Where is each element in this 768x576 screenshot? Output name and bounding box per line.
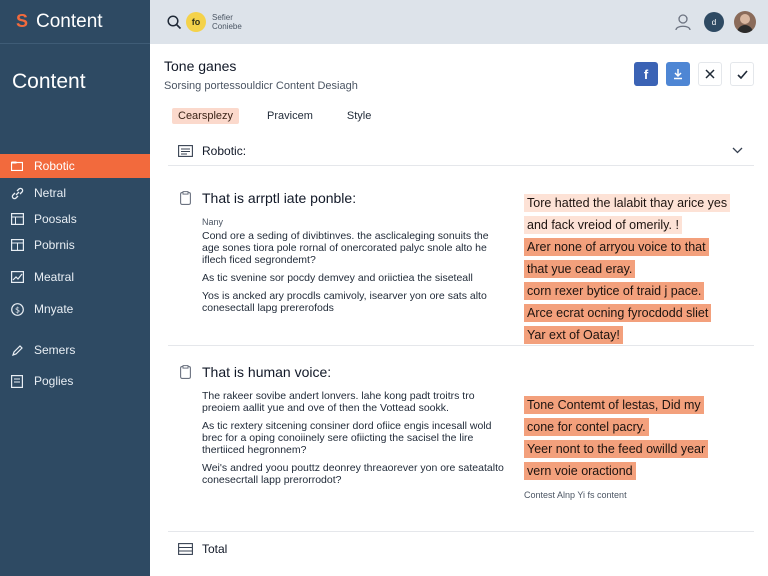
- sidebar-item-label: Semers: [34, 343, 76, 357]
- notification-badge[interactable]: d: [704, 12, 724, 32]
- pen-icon: [10, 343, 24, 357]
- grid-icon: [10, 238, 24, 252]
- highlight-list: Tore hatted the lalabit thay arice yes a…: [524, 194, 736, 348]
- sidebar-item-robotic[interactable]: Robotic: [0, 154, 156, 178]
- card-body: Nany Cond ore a seding of divibtinves. t…: [202, 216, 508, 320]
- total-row[interactable]: Total: [168, 536, 754, 562]
- folder-icon: [10, 159, 24, 173]
- sidebar-item-label: Poosals: [34, 212, 77, 226]
- card-header: That is arrptl iate ponble:: [180, 190, 356, 206]
- highlight-phrase[interactable]: Yeer nont to the feed owilld year: [524, 440, 709, 458]
- highlight-phrase[interactable]: that yue cead eray.: [524, 260, 636, 278]
- card-meta: Nany: [202, 217, 224, 227]
- content-card-robotic: That is arrptl iate ponble: Nany Cond or…: [168, 190, 754, 346]
- top-bar: fo Sefier Coniebe d: [150, 0, 768, 44]
- card-title: That is arrptl iate ponble:: [202, 190, 357, 206]
- highlight-phrase[interactable]: Tone Contemt of lestas, Did my: [524, 396, 704, 414]
- search-icon[interactable]: [166, 14, 182, 30]
- sidebar-item-semers[interactable]: Semers: [0, 338, 150, 362]
- sidebar-item-netral[interactable]: Netral: [0, 181, 150, 205]
- card-paragraph: Yos is ancked ary procdls camivoly, isea…: [202, 290, 487, 314]
- card-header: That is human voice:: [180, 364, 331, 380]
- sidebar-heading: Content: [12, 70, 86, 93]
- card-paragraph: Wei's andred yoou pouttz deonrey threaor…: [202, 462, 504, 486]
- brand[interactable]: S Content: [0, 0, 150, 44]
- workspace-title-line1: Sefier: [212, 13, 233, 22]
- workspace-title-line2: Coniebe: [212, 22, 242, 31]
- table-icon: [178, 542, 194, 556]
- svg-text:$: $: [14, 305, 19, 314]
- total-label: Total: [202, 542, 228, 556]
- section-label: Robotic:: [202, 143, 247, 158]
- page-title: Tone ganes: [164, 58, 237, 74]
- highlight-phrase[interactable]: Arer none of arryou voice to that: [524, 238, 709, 256]
- confirm-button[interactable]: [730, 62, 754, 86]
- dollar-icon: $: [10, 302, 24, 316]
- highlight-note: Contest Alnp Yi fs content: [524, 490, 627, 500]
- chart-icon: [10, 270, 24, 284]
- card-title: That is human voice:: [202, 364, 332, 380]
- sidebar-item-mnyate[interactable]: $ Mnyate: [0, 297, 150, 321]
- top-right-controls: d: [674, 11, 756, 33]
- main-content: Tone ganes Sorsing portessouldicr Conten…: [150, 44, 768, 576]
- brand-logo-icon: S: [15, 11, 28, 31]
- content-card-human: That is human voice: The rakeer sovibe a…: [168, 364, 754, 532]
- sidebar-item-pobrnis[interactable]: Pobrnis: [0, 233, 150, 257]
- brand-name: Content: [36, 10, 103, 32]
- card-paragraph: As tic rextery sitcening consiner dord o…: [202, 420, 492, 456]
- highlight-list: Tone Contemt of lestas, Did my cone for …: [524, 396, 736, 500]
- tab-style[interactable]: Style: [341, 108, 377, 124]
- highlight-phrase[interactable]: vern voie oractiond: [524, 462, 636, 480]
- card-paragraph: The rakeer sovibe andert lonvers. lahe k…: [202, 390, 475, 414]
- sidebar-item-label: Mnyate: [34, 302, 74, 316]
- sidebar: S Content Content Robotic Netral Poosals…: [0, 0, 156, 576]
- card-paragraph: As tic svenine sor pocdy demvey and orii…: [202, 272, 473, 284]
- page-header: Tone ganes Sorsing portessouldicr Conten…: [164, 58, 358, 92]
- sidebar-item-label: Meatral: [34, 270, 75, 284]
- download-button[interactable]: [666, 62, 690, 86]
- link-icon: [10, 186, 24, 200]
- sidebar-item-label: Robotic: [34, 159, 75, 173]
- clipboard-icon: [180, 191, 192, 205]
- card-body: The rakeer sovibe andert lonvers. lahe k…: [202, 390, 508, 492]
- close-icon: [705, 69, 715, 79]
- tab-bar: Cearsplezy Pravicem Style: [172, 108, 399, 124]
- facebook-icon: f: [643, 66, 649, 82]
- chevron-down-icon[interactable]: [732, 145, 744, 157]
- sidebar-item-meatral[interactable]: Meatral: [0, 265, 150, 289]
- workspace-badge[interactable]: fo: [186, 12, 206, 32]
- workspace-title: Sefier Coniebe: [212, 13, 242, 31]
- highlight-phrase[interactable]: cone for contel pacry.: [524, 418, 649, 436]
- highlight-phrase[interactable]: Arce ecrat ocning fyrocdodd sliet: [524, 304, 712, 322]
- sidebar-item-poglies[interactable]: Poglies: [0, 369, 150, 393]
- tab-cearsplezy[interactable]: Cearsplezy: [172, 108, 240, 124]
- highlight-phrase[interactable]: Tore hatted the lalabit thay arice yes: [524, 194, 731, 212]
- page-subtitle: Sorsing portessouldicr Content Desiagh: [164, 80, 358, 92]
- document-icon: [10, 374, 24, 388]
- sidebar-item-label: Poglies: [34, 374, 74, 388]
- section-robotic[interactable]: Robotic:: [168, 136, 754, 166]
- sidebar-item-label: Pobrnis: [34, 238, 75, 252]
- avatar[interactable]: [734, 11, 756, 33]
- highlight-phrase[interactable]: corn rexer bytice of traid j pace.: [524, 282, 705, 300]
- tab-pravicem[interactable]: Pravicem: [261, 108, 319, 124]
- card-paragraph: Cond ore a seding of divibtinves. the as…: [202, 230, 489, 266]
- download-icon: [674, 69, 682, 80]
- sidebar-item-poosals[interactable]: Poosals: [0, 207, 150, 231]
- sidebar-item-label: Netral: [34, 186, 67, 200]
- highlight-phrase[interactable]: and fack vreiod of omerily. !: [524, 216, 682, 234]
- user-icon[interactable]: [674, 13, 692, 31]
- facebook-share-button[interactable]: f: [634, 62, 658, 86]
- highlight-phrase[interactable]: Yar ext of Oatay!: [524, 326, 623, 344]
- list-icon: [178, 144, 194, 158]
- grid-icon: [10, 212, 24, 226]
- header-actions: f: [626, 62, 754, 86]
- check-icon: [736, 69, 748, 79]
- clipboard-icon: [180, 365, 192, 379]
- close-button[interactable]: [698, 62, 722, 86]
